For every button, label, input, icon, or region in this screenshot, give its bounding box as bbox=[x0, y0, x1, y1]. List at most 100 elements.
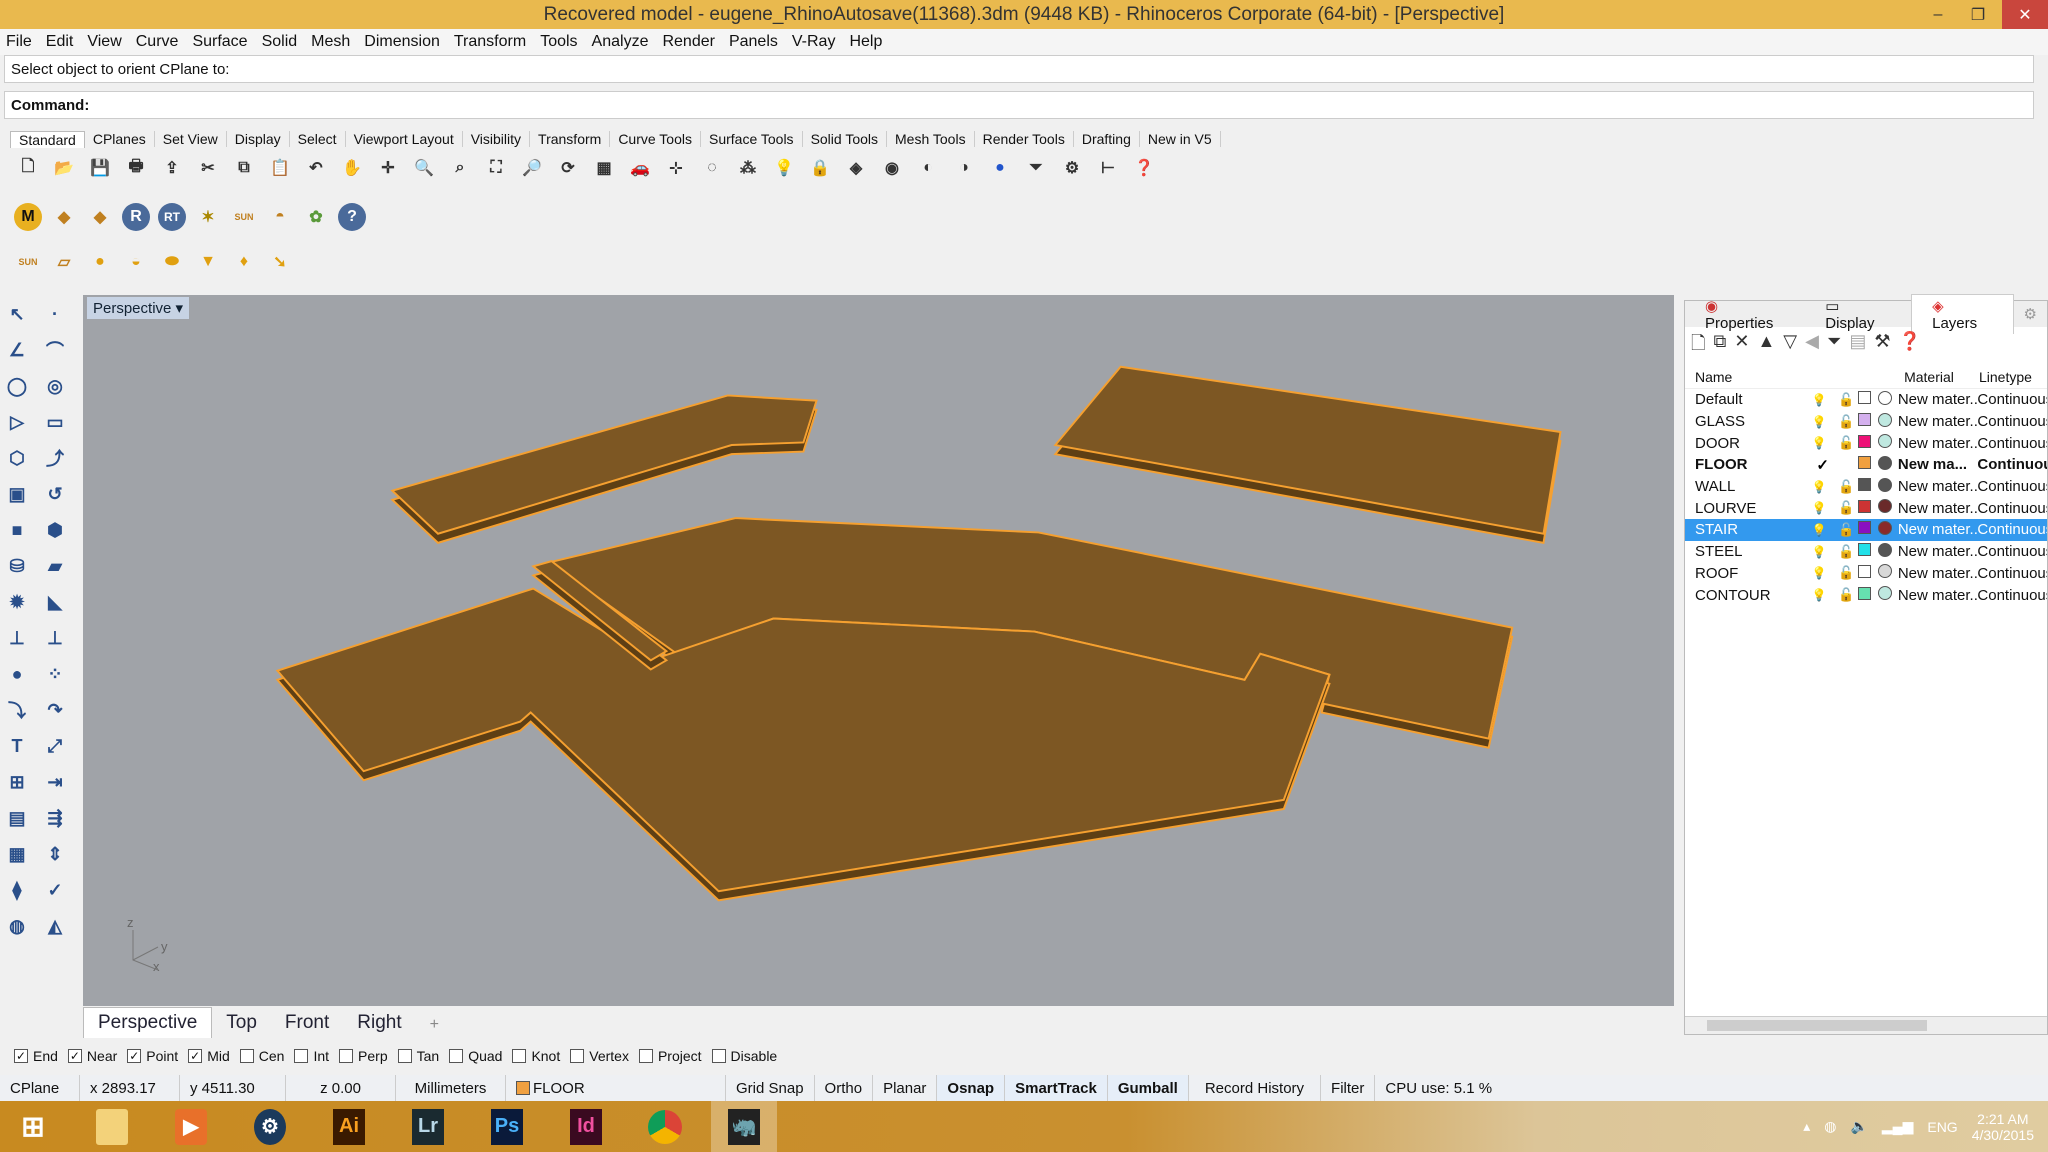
material-icon[interactable]: ◆ bbox=[86, 203, 114, 231]
menu-vray[interactable]: V-Ray bbox=[792, 33, 836, 51]
toolbar-tab-drafting[interactable]: Drafting bbox=[1074, 131, 1140, 147]
layer-name[interactable]: CONTOUR bbox=[1685, 587, 1804, 604]
filter-icon[interactable]: ⏷ bbox=[1827, 331, 1841, 361]
osnap-tan[interactable]: Tan bbox=[397, 1048, 439, 1064]
lightbulb-icon[interactable]: 💡 bbox=[1804, 393, 1834, 407]
osnap-int[interactable]: Int bbox=[294, 1048, 329, 1064]
layer-linetype[interactable]: Continuous bbox=[1977, 565, 2047, 582]
tool-icon-34[interactable]: ✓ bbox=[40, 876, 70, 904]
tool-icon-10[interactable]: ⤴ bbox=[40, 444, 70, 472]
toolbar-tab-cplanes[interactable]: CPlanes bbox=[85, 131, 155, 147]
checkbox[interactable] bbox=[339, 1049, 354, 1063]
lightbulb-icon[interactable]: 💡 bbox=[1804, 566, 1834, 580]
layer-linetype[interactable]: Continuous bbox=[1977, 543, 2047, 560]
layer-material[interactable]: New mater... bbox=[1898, 565, 1978, 582]
dome-light-icon[interactable]: ◒ bbox=[122, 248, 150, 276]
save-icon[interactable]: 💾 bbox=[86, 154, 114, 182]
checkbox[interactable] bbox=[449, 1049, 464, 1063]
horizontal-scrollbar[interactable] bbox=[1685, 1016, 2047, 1034]
menu-curve[interactable]: Curve bbox=[136, 33, 179, 51]
layer-color-swatch[interactable] bbox=[1858, 521, 1878, 538]
grid-snap-toggle[interactable]: Grid Snap bbox=[726, 1075, 815, 1101]
unlock-icon[interactable]: 🔓 bbox=[1834, 479, 1858, 495]
new-sublayer-icon[interactable]: ⧉ bbox=[1713, 331, 1726, 361]
taskbar-photoshop[interactable]: Ps bbox=[474, 1101, 540, 1152]
cut-icon[interactable]: ✂ bbox=[194, 154, 222, 182]
material-swatch[interactable] bbox=[1877, 434, 1898, 452]
layer-row-door[interactable]: DOOR 💡 🔓 New mater... Continuous bbox=[1685, 432, 2047, 454]
material-swatch[interactable] bbox=[1877, 390, 1898, 409]
sun-icon[interactable]: SUN bbox=[230, 203, 258, 231]
layer-color-swatch[interactable] bbox=[1858, 586, 1878, 604]
volume-icon[interactable]: 🔈 bbox=[1850, 1118, 1867, 1135]
select-icon[interactable]: ◌ bbox=[698, 154, 726, 182]
scrollbar-thumb[interactable] bbox=[1707, 1020, 1927, 1031]
layer-material[interactable]: New mater... bbox=[1898, 521, 1978, 538]
tab-display[interactable]: ▭ Display bbox=[1805, 295, 1911, 334]
language-indicator[interactable]: ENG bbox=[1927, 1119, 1957, 1135]
checkbox[interactable]: ✓ bbox=[188, 1049, 203, 1063]
toolbar-tab-surface-tools[interactable]: Surface Tools bbox=[701, 131, 803, 147]
osnap-knot[interactable]: Knot bbox=[512, 1048, 560, 1064]
color-wheel-icon[interactable]: ◉ bbox=[878, 154, 906, 182]
unlock-icon[interactable]: 🔓 bbox=[1834, 414, 1858, 430]
layer-row-steel[interactable]: STEEL 💡 🔓 New mater... Continuous bbox=[1685, 541, 2047, 563]
mesh-light-icon[interactable]: ⬬ bbox=[158, 248, 186, 276]
checkbox[interactable] bbox=[294, 1049, 309, 1063]
toolbar-tab-visibility[interactable]: Visibility bbox=[463, 131, 531, 147]
menu-tools[interactable]: Tools bbox=[540, 33, 577, 51]
osnap-toggle[interactable]: Osnap bbox=[937, 1075, 1006, 1101]
dimension-icon[interactable]: ⊢ bbox=[1094, 154, 1122, 182]
tool-icon-18[interactable]: ◣ bbox=[40, 588, 70, 616]
tool-icon-5[interactable]: ◯ bbox=[2, 372, 32, 400]
unlock-icon[interactable]: 🔓 bbox=[1834, 565, 1858, 581]
header-linetype[interactable]: Linetype bbox=[1979, 369, 2032, 385]
tool-icon-9[interactable]: ⬡ bbox=[2, 444, 32, 472]
unlock-icon[interactable]: 🔓 bbox=[1834, 522, 1858, 538]
menu-help[interactable]: Help bbox=[849, 33, 882, 51]
checkbox[interactable]: ✓ bbox=[127, 1049, 142, 1063]
unlock-icon[interactable]: 🔓 bbox=[1834, 500, 1858, 516]
menu-render[interactable]: Render bbox=[662, 33, 714, 51]
layer-name[interactable]: WALL bbox=[1685, 478, 1804, 495]
menu-dimension[interactable]: Dimension bbox=[364, 33, 440, 51]
osnap-vertex[interactable]: Vertex bbox=[570, 1048, 629, 1064]
osnap-end[interactable]: ✓ End bbox=[14, 1048, 58, 1064]
planar-toggle[interactable]: Planar bbox=[873, 1075, 938, 1101]
restore-button[interactable]: ❐ bbox=[1958, 0, 1998, 29]
layer-color-swatch[interactable] bbox=[1858, 543, 1878, 560]
units-status[interactable]: Millimeters bbox=[396, 1075, 506, 1101]
viewport-dropdown-icon[interactable]: ▾ bbox=[176, 300, 184, 317]
zoom-extents-icon[interactable]: ⛶ bbox=[482, 154, 510, 182]
layer-row-default[interactable]: Default 💡 🔓 New mater... Continuous bbox=[1685, 389, 2047, 411]
start-button[interactable]: ⊞ bbox=[0, 1101, 66, 1152]
perspective-viewport[interactable]: Perspective ▾ z y x bbox=[83, 295, 1674, 1006]
tab-properties[interactable]: ◉ Properties bbox=[1685, 295, 1805, 334]
layer-material[interactable]: New mater... bbox=[1898, 543, 1978, 560]
layer-linetype[interactable]: Continuous bbox=[1977, 456, 2047, 473]
checkbox[interactable] bbox=[239, 1049, 254, 1063]
viewport-tab-right[interactable]: Right bbox=[343, 1008, 415, 1038]
tool-icon-11[interactable]: ▣ bbox=[2, 480, 32, 508]
tab-layers[interactable]: ◈ Layers bbox=[1911, 294, 2014, 334]
header-material[interactable]: Material bbox=[1879, 369, 1979, 385]
layer-linetype[interactable]: Continuous bbox=[1977, 478, 2047, 495]
lightbulb-icon[interactable]: 💡 bbox=[1804, 436, 1834, 450]
gumball-toggle[interactable]: Gumball bbox=[1107, 1075, 1189, 1101]
toolbar-tab-select[interactable]: Select bbox=[290, 131, 346, 147]
layer-material[interactable]: New mater... bbox=[1898, 500, 1978, 517]
rect-light-icon[interactable]: ▱ bbox=[50, 248, 78, 276]
checkbox[interactable]: ✓ bbox=[14, 1049, 28, 1063]
render-preview-icon[interactable]: ◐ bbox=[914, 154, 942, 182]
tool-icon-28[interactable]: ⇥ bbox=[40, 768, 70, 796]
spot-light-icon[interactable]: ▼ bbox=[194, 248, 222, 276]
floor-slab-upper-left[interactable] bbox=[390, 394, 818, 535]
unlock-icon[interactable]: 🔓 bbox=[1834, 392, 1858, 408]
layer-material[interactable]: New mater... bbox=[1898, 587, 1978, 604]
lightbulb-icon[interactable]: 💡 bbox=[1804, 523, 1834, 537]
new-layer-icon[interactable]: 🗋 bbox=[1691, 331, 1705, 361]
cplane-status[interactable]: CPlane bbox=[0, 1075, 80, 1101]
layer-row-glass[interactable]: GLASS 💡 🔓 New mater... Continuous bbox=[1685, 411, 2047, 433]
layer-name[interactable]: DOOR bbox=[1685, 435, 1804, 452]
material-swatch[interactable] bbox=[1877, 564, 1898, 582]
